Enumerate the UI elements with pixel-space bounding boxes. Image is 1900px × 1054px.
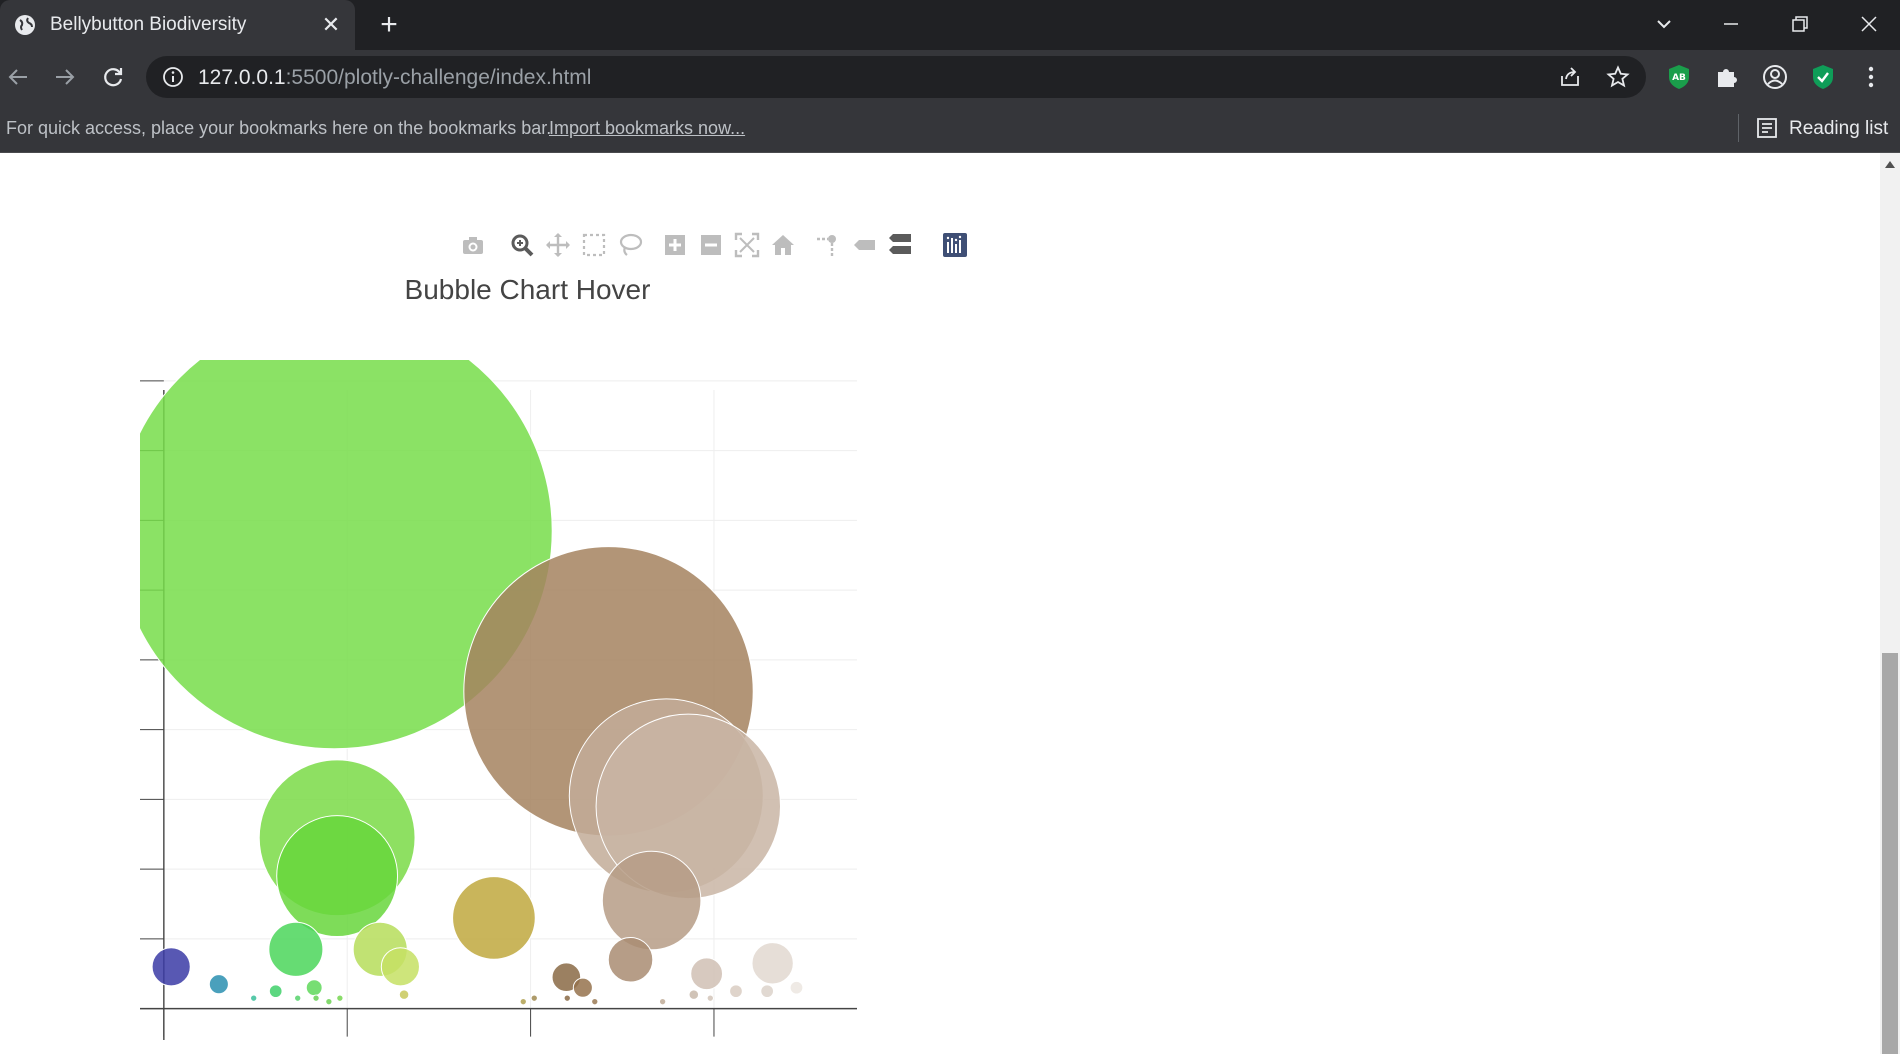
bookmarks-bar: For quick access, place your bookmarks h… xyxy=(0,104,1900,153)
reset-axes-icon[interactable] xyxy=(770,232,796,258)
zoom-out-icon[interactable] xyxy=(698,232,724,258)
forward-arrow-icon[interactable] xyxy=(50,62,80,92)
compare-hover-icon[interactable] xyxy=(851,232,877,258)
bubble-point[interactable] xyxy=(563,994,571,1002)
plotly-modebar xyxy=(460,228,980,262)
url-text: 127.0.0.1:5500/plotly-challenge/index.ht… xyxy=(198,66,591,90)
bubble-point[interactable] xyxy=(607,937,654,983)
autoscale-icon[interactable] xyxy=(734,232,760,258)
pan-icon[interactable] xyxy=(545,232,571,258)
bubble-point[interactable] xyxy=(276,815,399,938)
bubble-point[interactable] xyxy=(530,994,538,1002)
share-icon[interactable] xyxy=(1558,65,1582,89)
bubble-point[interactable] xyxy=(268,921,324,977)
camera-icon[interactable] xyxy=(460,232,486,258)
bubble-point[interactable] xyxy=(208,974,229,995)
bubble-series[interactable] xyxy=(140,360,804,1006)
bookmarks-divider xyxy=(1738,114,1739,142)
spike-lines-icon[interactable] xyxy=(815,232,841,258)
closest-hover-icon[interactable] xyxy=(887,232,913,258)
address-bar[interactable]: 127.0.0.1:5500/plotly-challenge/index.ht… xyxy=(146,56,1646,98)
url-host: 127.0.0.1 xyxy=(198,66,286,89)
reading-list-button[interactable]: Reading list xyxy=(1789,118,1888,140)
close-window-icon[interactable] xyxy=(1855,10,1883,38)
security-shield-icon[interactable] xyxy=(1808,62,1838,92)
bubble-point[interactable] xyxy=(268,984,283,999)
scrollbar[interactable] xyxy=(1880,153,1900,1054)
bubble-point[interactable] xyxy=(398,989,410,1000)
scrollbar-thumb[interactable] xyxy=(1882,653,1898,1054)
bubble-point[interactable] xyxy=(305,979,323,997)
close-tab-icon[interactable]: ✕ xyxy=(320,14,342,36)
new-tab-button[interactable]: + xyxy=(375,10,403,40)
globe-icon xyxy=(15,15,35,35)
import-bookmarks-link[interactable]: Import bookmarks now... xyxy=(549,118,745,139)
chart-title: Bubble Chart Hover xyxy=(404,274,651,305)
bubble-point[interactable] xyxy=(760,984,775,999)
minimize-icon[interactable] xyxy=(1717,10,1745,38)
profile-avatar-icon[interactable] xyxy=(1760,62,1790,92)
url-path: :5500/plotly-challenge/index.html xyxy=(285,66,592,89)
site-info-icon[interactable] xyxy=(162,66,184,88)
tab-bellybutton-biodiversity[interactable]: Bellybutton Biodiversity ✕ xyxy=(0,0,355,50)
bubble-chart[interactable]: 0204060801001201401601800100020003000 xyxy=(140,360,860,1040)
tab-strip: Bellybutton Biodiversity ✕ + xyxy=(0,0,1900,50)
bubble-point[interactable] xyxy=(789,980,804,995)
zoom-in-icon[interactable] xyxy=(662,232,688,258)
bubble-point[interactable] xyxy=(325,997,333,1006)
bookmark-star-icon[interactable] xyxy=(1606,65,1630,89)
bubble-point[interactable] xyxy=(519,997,527,1006)
bubble-point[interactable] xyxy=(250,994,258,1002)
browser-toolbar: 127.0.0.1:5500/plotly-challenge/index.ht… xyxy=(0,50,1900,104)
adblock-extension-icon[interactable]: AB xyxy=(1664,62,1694,92)
tab-search-chevron-icon[interactable] xyxy=(1650,10,1678,38)
bubble-point[interactable] xyxy=(688,989,700,1000)
bubble-point[interactable] xyxy=(572,977,593,998)
bubble-point[interactable] xyxy=(601,850,702,951)
lasso-select-icon[interactable] xyxy=(617,232,643,258)
adblock-badge-text: AB xyxy=(1672,73,1686,83)
restore-icon[interactable] xyxy=(1786,10,1814,38)
bookmarks-hint: For quick access, place your bookmarks h… xyxy=(6,118,552,138)
back-arrow-icon[interactable] xyxy=(3,62,33,92)
bubble-point[interactable] xyxy=(690,957,724,991)
bubble-point[interactable] xyxy=(591,997,599,1006)
chrome-menu-icon[interactable] xyxy=(1856,62,1886,92)
bubble-point[interactable] xyxy=(380,947,420,987)
bubble-point[interactable] xyxy=(706,994,714,1002)
bubble-point[interactable] xyxy=(294,994,302,1002)
bubble-point[interactable] xyxy=(729,984,743,999)
bubble-point[interactable] xyxy=(312,994,320,1002)
box-select-icon[interactable] xyxy=(581,232,607,258)
reading-list-icon[interactable] xyxy=(1756,117,1778,139)
zoom-icon[interactable] xyxy=(509,232,535,258)
scroll-up-arrow-icon[interactable] xyxy=(1885,161,1895,168)
bubble-point[interactable] xyxy=(452,876,536,960)
bubble-point[interactable] xyxy=(658,997,667,1006)
extensions-puzzle-icon[interactable] xyxy=(1712,62,1742,92)
plotly-logo-icon[interactable] xyxy=(942,232,968,258)
bubble-point[interactable] xyxy=(151,947,191,987)
bubble-point[interactable] xyxy=(751,942,794,985)
bubble-point[interactable] xyxy=(336,994,344,1002)
tab-title: Bellybutton Biodiversity xyxy=(50,14,247,35)
reload-icon[interactable] xyxy=(98,62,128,92)
